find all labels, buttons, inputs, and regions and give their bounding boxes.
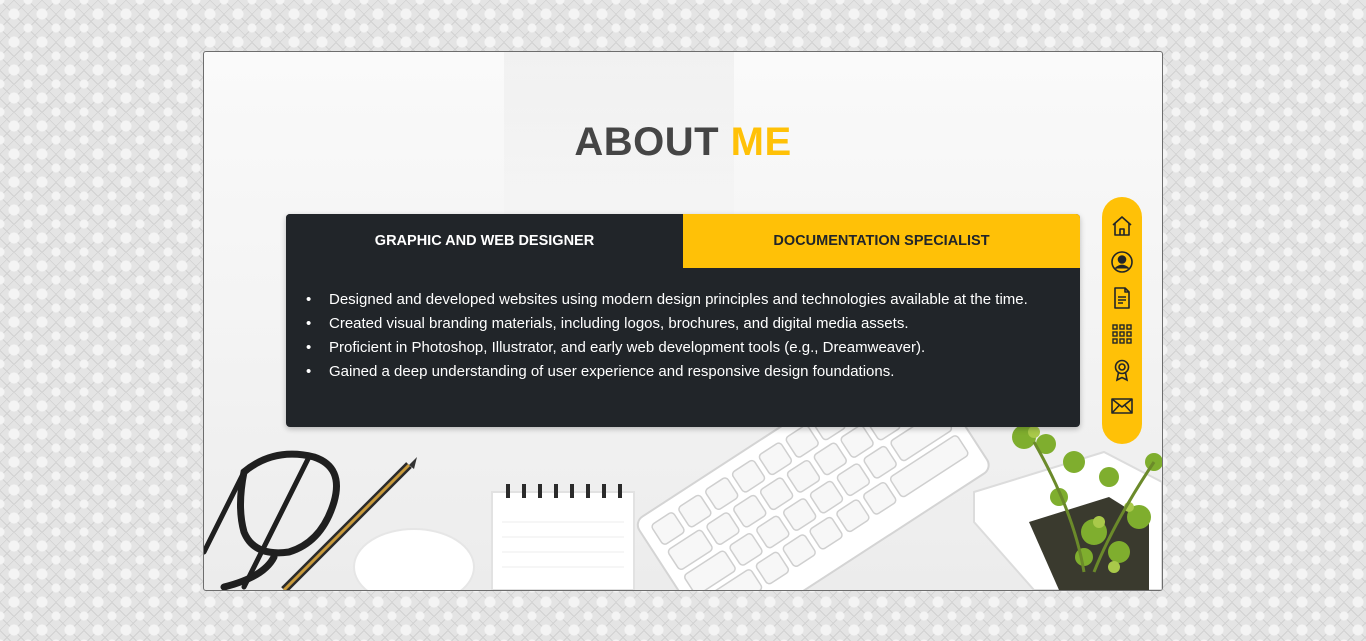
- tab-content: • Designed and developed websites using m…: [286, 268, 1080, 384]
- title-accent: ME: [730, 120, 792, 164]
- tab-documentation-specialist[interactable]: DOCUMENTATION SPECIALIST: [683, 214, 1080, 268]
- notepad-image: [491, 484, 635, 590]
- about-panel: ABOUT ME GRAPHIC AND WEB DESIGNER DOCUME…: [203, 51, 1163, 591]
- bullet-marker: •: [306, 291, 312, 308]
- home-icon[interactable]: [1109, 213, 1135, 239]
- mail-icon[interactable]: [1109, 393, 1135, 419]
- list-item-text: Proficient in Photoshop, Illustrator, an…: [329, 339, 926, 356]
- list-item: • Proficient in Photoshop, Illustrator, a…: [306, 336, 1060, 360]
- pencil-image: [281, 457, 417, 590]
- list-item-text: Gained a deep understanding of user expe…: [329, 363, 895, 380]
- document-icon[interactable]: [1109, 285, 1135, 311]
- bullet-marker: •: [306, 363, 312, 380]
- side-navigation: [1102, 197, 1142, 444]
- experience-card: GRAPHIC AND WEB DESIGNER DOCUMENTATION S…: [286, 214, 1080, 427]
- tab-bar: GRAPHIC AND WEB DESIGNER DOCUMENTATION S…: [286, 214, 1080, 268]
- responsibility-list: • Designed and developed websites using m…: [306, 288, 1060, 384]
- list-item-text: Created visual branding materials, inclu…: [329, 315, 909, 332]
- user-icon[interactable]: [1109, 249, 1135, 275]
- list-item: • Designed and developed websites using m…: [306, 288, 1060, 312]
- page-title: ABOUT ME: [204, 120, 1162, 165]
- award-icon[interactable]: [1109, 357, 1135, 383]
- mouse-image: [353, 528, 475, 590]
- bullet-marker: •: [306, 339, 312, 356]
- list-item: • Gained a deep understanding of user exp…: [306, 360, 1060, 384]
- list-item-text: Designed and developed websites using mo…: [329, 291, 1028, 308]
- grid-icon[interactable]: [1109, 321, 1135, 347]
- title-main: ABOUT: [574, 120, 720, 164]
- bullet-marker: •: [306, 315, 312, 332]
- tab-graphic-web-designer[interactable]: GRAPHIC AND WEB DESIGNER: [286, 214, 683, 268]
- list-item: • Created visual branding materials, incl…: [306, 312, 1060, 336]
- plant-image: [973, 425, 1162, 590]
- glasses-image: [204, 450, 340, 590]
